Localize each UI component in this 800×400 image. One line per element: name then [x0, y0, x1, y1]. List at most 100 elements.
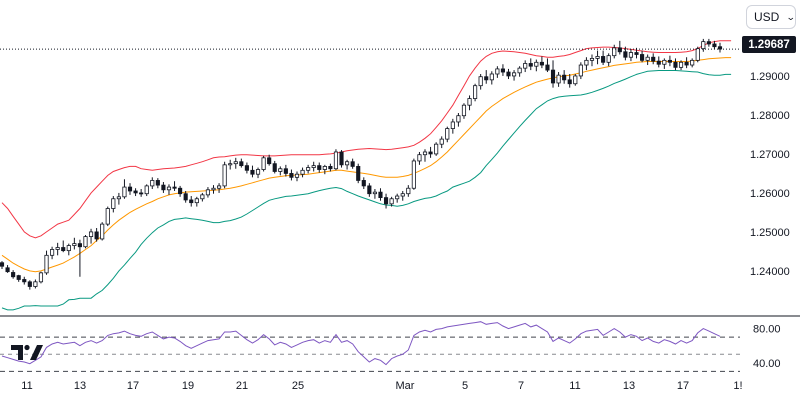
candle[interactable]	[317, 162, 322, 173]
candle[interactable]	[411, 158, 416, 190]
candle[interactable]	[445, 126, 450, 143]
candle[interactable]	[133, 188, 138, 197]
candle[interactable]	[506, 68, 511, 80]
candle[interactable]	[578, 62, 583, 80]
time-axis[interactable]: 11 13 17 19 21 25 Mar 5 7 11 13 17 1!	[21, 380, 742, 392]
candle[interactable]	[322, 164, 327, 175]
candle[interactable]	[356, 163, 361, 184]
candle[interactable]	[422, 149, 428, 162]
candle[interactable]	[367, 183, 372, 197]
candle[interactable]	[0, 261, 5, 269]
candle[interactable]	[517, 66, 522, 77]
candle[interactable]	[172, 181, 177, 191]
candle[interactable]	[228, 159, 233, 170]
candle[interactable]	[673, 58, 678, 71]
candle[interactable]	[283, 164, 288, 177]
candle[interactable]	[606, 53, 611, 67]
candle[interactable]	[500, 64, 506, 76]
candle[interactable]	[556, 72, 561, 87]
candle[interactable]	[88, 228, 94, 244]
candle[interactable]	[166, 184, 172, 195]
candle[interactable]	[178, 185, 183, 197]
candle[interactable]	[706, 38, 711, 47]
candle[interactable]	[5, 265, 10, 273]
candle[interactable]	[656, 56, 661, 68]
candle[interactable]	[345, 159, 350, 170]
candle[interactable]	[122, 179, 127, 199]
candle[interactable]	[428, 146, 433, 158]
candle[interactable]	[573, 73, 578, 86]
candle[interactable]	[200, 192, 205, 202]
candle[interactable]	[144, 184, 149, 197]
candle[interactable]	[105, 206, 110, 227]
candle[interactable]	[467, 95, 472, 111]
candle[interactable]	[417, 151, 422, 165]
candle[interactable]	[545, 58, 550, 73]
candle[interactable]	[111, 196, 116, 213]
candle[interactable]	[550, 60, 556, 88]
candle[interactable]	[456, 112, 461, 127]
candle[interactable]	[50, 246, 55, 260]
candle[interactable]	[311, 161, 316, 172]
candle[interactable]	[233, 157, 238, 169]
candle[interactable]	[261, 155, 266, 172]
candle[interactable]	[139, 189, 144, 197]
candle[interactable]	[567, 73, 572, 88]
candle[interactable]	[150, 177, 155, 190]
candle[interactable]	[211, 185, 216, 194]
candle[interactable]	[205, 187, 211, 198]
candle[interactable]	[383, 193, 389, 209]
candle[interactable]	[239, 158, 244, 168]
candle[interactable]	[534, 59, 539, 72]
candle[interactable]	[461, 103, 467, 119]
candle[interactable]	[361, 177, 366, 190]
candle[interactable]	[216, 183, 222, 193]
candle[interactable]	[434, 142, 439, 156]
candle[interactable]	[651, 53, 656, 65]
candle[interactable]	[473, 83, 478, 102]
tradingview-logo-icon[interactable]	[10, 342, 44, 362]
candle[interactable]	[539, 56, 544, 69]
candle[interactable]	[255, 167, 261, 179]
candle[interactable]	[584, 57, 589, 71]
price-axis[interactable]: 1.29000 1.28000 1.27000 1.26000 1.25000 1.240…	[750, 71, 790, 278]
candle[interactable]	[589, 54, 595, 67]
candle[interactable]	[66, 243, 71, 256]
candle[interactable]	[278, 166, 283, 176]
candle[interactable]	[523, 60, 528, 73]
candle[interactable]	[350, 158, 355, 169]
candle[interactable]	[601, 50, 606, 66]
candle[interactable]	[77, 239, 82, 277]
candle[interactable]	[55, 242, 60, 256]
candle[interactable]	[595, 50, 600, 65]
candle[interactable]	[83, 235, 88, 249]
candle[interactable]	[495, 66, 500, 78]
candle[interactable]	[439, 136, 444, 149]
candle[interactable]	[395, 193, 400, 203]
candle[interactable]	[11, 270, 16, 279]
candle[interactable]	[38, 271, 44, 284]
candle[interactable]	[272, 160, 277, 174]
candle[interactable]	[244, 162, 249, 174]
candle[interactable]	[155, 178, 160, 189]
candle[interactable]	[372, 189, 377, 199]
candle[interactable]	[127, 183, 133, 195]
candle[interactable]	[489, 71, 494, 85]
candle[interactable]	[562, 70, 567, 84]
candle[interactable]	[617, 40, 622, 55]
candle[interactable]	[194, 196, 199, 207]
candle[interactable]	[72, 237, 77, 250]
candle[interactable]	[16, 274, 21, 282]
candle[interactable]	[511, 70, 517, 81]
currency-selector-button[interactable]: USD ⌄	[746, 5, 796, 29]
candle[interactable]	[300, 167, 305, 178]
candle[interactable]	[289, 169, 294, 181]
candle[interactable]	[306, 164, 311, 174]
candle[interactable]	[628, 49, 634, 62]
candle[interactable]	[328, 163, 333, 172]
candle[interactable]	[116, 192, 121, 205]
candle[interactable]	[44, 250, 49, 275]
candle[interactable]	[339, 150, 344, 168]
candle[interactable]	[684, 57, 689, 69]
candle[interactable]	[100, 222, 105, 241]
